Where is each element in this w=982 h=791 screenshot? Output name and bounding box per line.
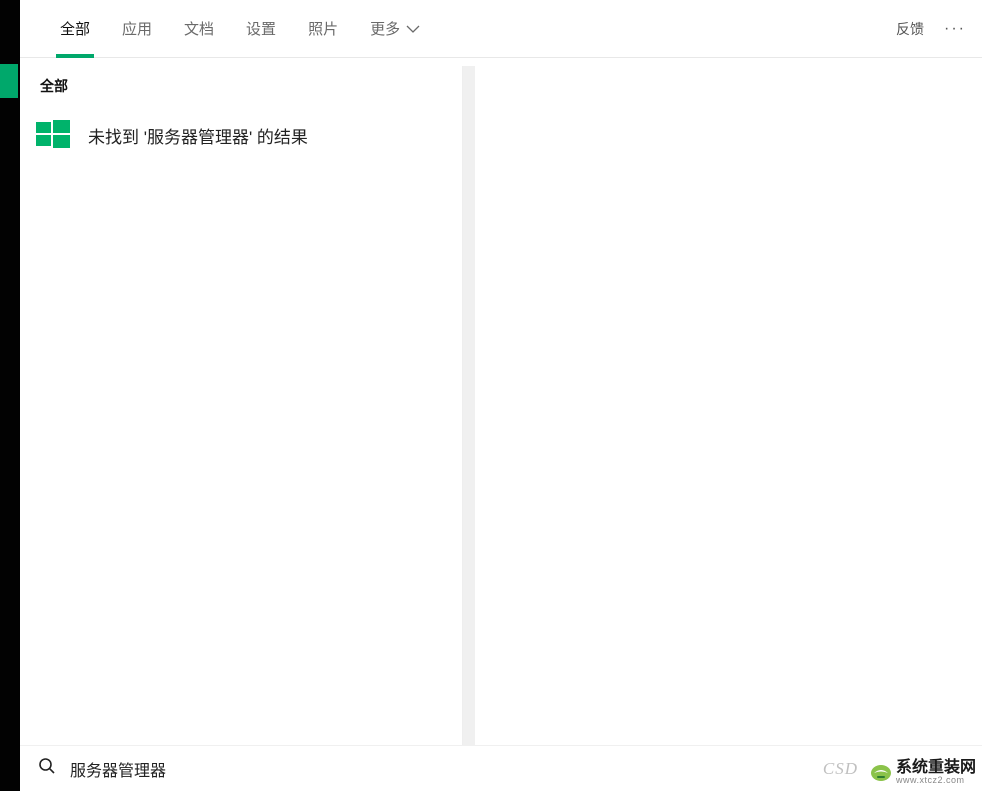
tabs-container: 全部 应用 文档 设置 照片 更多 bbox=[20, 0, 436, 58]
left-edge-accent bbox=[0, 64, 18, 98]
preview-panel-inner bbox=[475, 66, 982, 745]
search-icon bbox=[38, 757, 56, 780]
section-header-all: 全部 bbox=[20, 58, 462, 110]
preview-panel bbox=[462, 66, 982, 745]
tab-settings[interactable]: 设置 bbox=[230, 0, 292, 58]
brand-main-text: 系统重装网 bbox=[896, 760, 976, 776]
brand-sub-text: www.xtcz2.com bbox=[896, 776, 976, 785]
brand-text: 系统重装网 www.xtcz2.com bbox=[896, 760, 976, 785]
tab-apps[interactable]: 应用 bbox=[106, 0, 168, 58]
more-options-button[interactable]: ··· bbox=[940, 20, 970, 38]
tab-photos[interactable]: 照片 bbox=[292, 0, 354, 58]
tab-all[interactable]: 全部 bbox=[44, 0, 106, 58]
no-results-text: 未找到 '服务器管理器' 的结果 bbox=[88, 123, 308, 148]
chevron-down-icon bbox=[406, 20, 420, 37]
content-area: 全部 未找到 '服务器管理器' 的结果 bbox=[20, 58, 982, 745]
results-panel: 全部 未找到 '服务器管理器' 的结果 bbox=[20, 58, 462, 745]
watermark-text: CSD bbox=[823, 759, 858, 779]
windows-logo-icon bbox=[34, 116, 72, 154]
brand-logo-icon bbox=[870, 762, 892, 784]
top-tab-bar: 全部 应用 文档 设置 照片 更多 反馈 ··· bbox=[20, 0, 982, 58]
top-right-actions: 反馈 ··· bbox=[896, 19, 982, 39]
left-edge-strip bbox=[0, 0, 20, 791]
no-results-row: 未找到 '服务器管理器' 的结果 bbox=[20, 110, 462, 160]
tab-more[interactable]: 更多 bbox=[354, 0, 436, 58]
tab-more-label: 更多 bbox=[370, 18, 400, 39]
feedback-link[interactable]: 反馈 bbox=[896, 19, 924, 39]
brand-logo: 系统重装网 www.xtcz2.com bbox=[870, 760, 976, 785]
tab-docs[interactable]: 文档 bbox=[168, 0, 230, 58]
